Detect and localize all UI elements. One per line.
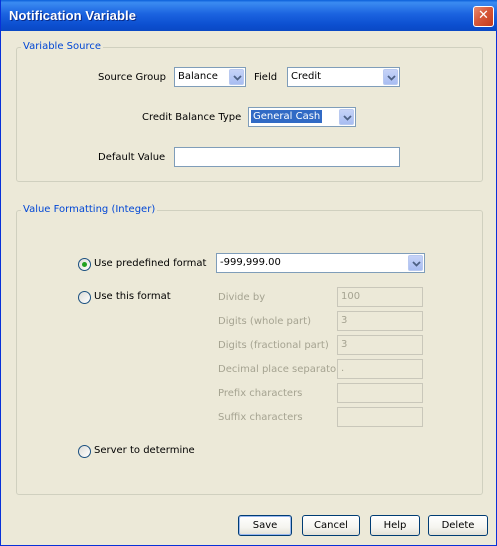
- divide-by-label: Divide by: [218, 292, 266, 303]
- source-group-label: Source Group: [98, 72, 166, 83]
- suffix-characters-label: Suffix characters: [218, 412, 303, 423]
- prefix-characters-label: Prefix characters: [218, 388, 303, 399]
- credit-balance-type-dropdown-arrow[interactable]: [339, 109, 354, 125]
- chevron-down-icon: [233, 75, 242, 81]
- chevron-down-icon: [387, 75, 396, 81]
- close-icon: ✕: [478, 8, 489, 23]
- variable-source-legend: Variable Source: [21, 41, 104, 52]
- value-formatting-legend: Value Formatting (Integer): [21, 204, 158, 215]
- suffix-characters-input[interactable]: [337, 407, 423, 427]
- predefined-format-select[interactable]: -999,999.00: [216, 253, 425, 273]
- field-dropdown-arrow[interactable]: [383, 69, 398, 85]
- digits-fractional-input[interactable]: 3: [337, 335, 423, 355]
- server-to-determine-radio[interactable]: [78, 445, 91, 458]
- decimal-separator-label: Decimal place separator: [218, 364, 341, 375]
- digits-fractional-value: 3: [341, 339, 348, 350]
- chevron-down-icon: [412, 261, 421, 267]
- digits-whole-label: Digits (whole part): [218, 316, 311, 327]
- predefined-format-value: -999,999.00: [220, 257, 281, 268]
- use-this-format-radio[interactable]: [78, 291, 91, 304]
- use-predefined-format-label[interactable]: Use predefined format: [94, 258, 206, 269]
- server-to-determine-label[interactable]: Server to determine: [94, 445, 195, 456]
- credit-balance-type-label: Credit Balance Type: [142, 112, 242, 123]
- cancel-button[interactable]: Cancel: [302, 515, 360, 536]
- source-group-dropdown-arrow[interactable]: [229, 69, 244, 85]
- delete-button[interactable]: Delete: [428, 515, 488, 536]
- field-label: Field: [254, 72, 278, 83]
- save-button[interactable]: Save: [238, 515, 292, 536]
- radio-selected-dot: [82, 262, 87, 267]
- default-value-label: Default Value: [98, 152, 166, 163]
- value-formatting-group: Value Formatting (Integer) Use predefine…: [16, 204, 483, 495]
- prefix-characters-input[interactable]: [337, 383, 423, 403]
- default-value-input[interactable]: [174, 147, 400, 167]
- digits-fractional-label: Digits (fractional part): [218, 340, 329, 351]
- use-this-format-label[interactable]: Use this format: [94, 291, 171, 302]
- window-title: Notification Variable: [9, 8, 137, 23]
- variable-source-group: Variable Source Source Group Balance Fie…: [16, 41, 483, 182]
- divide-by-input[interactable]: 100: [337, 287, 423, 307]
- chevron-down-icon: [343, 115, 352, 121]
- close-button[interactable]: ✕: [473, 6, 494, 27]
- field-value: Credit: [291, 71, 322, 82]
- credit-balance-type-value: General Cash: [251, 110, 323, 123]
- digits-whole-input[interactable]: 3: [337, 311, 423, 331]
- title-bar[interactable]: Notification Variable ✕: [1, 0, 497, 31]
- field-select[interactable]: Credit: [287, 67, 400, 87]
- credit-balance-type-select[interactable]: General Cash: [248, 107, 356, 127]
- divide-by-value: 100: [341, 291, 361, 302]
- notification-variable-dialog: Notification Variable ✕ Variable Source …: [0, 0, 497, 546]
- source-group-select[interactable]: Balance: [174, 67, 246, 87]
- use-predefined-format-radio[interactable]: [78, 258, 91, 271]
- decimal-separator-value: .: [341, 363, 345, 374]
- digits-whole-value: 3: [341, 315, 348, 326]
- help-button[interactable]: Help: [370, 515, 420, 536]
- source-group-value: Balance: [178, 71, 218, 82]
- predefined-format-dropdown-arrow[interactable]: [408, 255, 423, 271]
- decimal-separator-input[interactable]: .: [337, 359, 423, 379]
